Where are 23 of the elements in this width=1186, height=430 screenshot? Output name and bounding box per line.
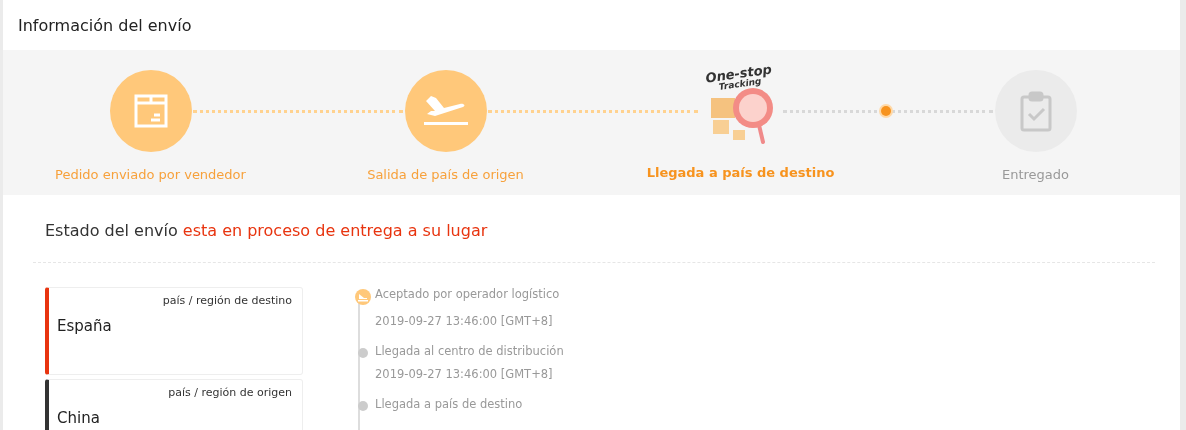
region-caption: país / región de origen (168, 386, 292, 399)
clipboard-check-icon (1018, 90, 1053, 132)
current-position-dot (881, 106, 891, 116)
event-time: 2019-09-27 13:46:00 [GMT+8] (375, 367, 554, 381)
airplane-takeoff-icon (422, 94, 469, 128)
event-title: Aceptado por operador logístico (375, 287, 561, 303)
timeline-dot-icon (358, 348, 368, 358)
status-value: esta en proceso de entrega a su lugar (182, 221, 488, 240)
timeline-dot-icon (358, 401, 368, 411)
step-label: Llegada a país de destino (646, 165, 835, 180)
airplane-badge-icon (355, 289, 371, 305)
event-title: Llegada a país de destino (375, 397, 524, 411)
step-label: Pedido enviado por vendedor (55, 167, 246, 182)
box-icon (132, 93, 169, 129)
step-label: Salida de país de origen (367, 167, 524, 182)
section-title: Información del envío (17, 14, 193, 37)
region-caption: país / región de destino (162, 294, 292, 307)
country-name: España (57, 317, 113, 335)
country-name: China (57, 409, 101, 427)
status-label: Estado del envío (45, 221, 178, 240)
event-time: 2019-09-27 13:46:00 [GMT+8] (375, 314, 554, 328)
event-title: Llegada al centro de distribución (375, 344, 564, 358)
step-label: Entregado (1002, 167, 1069, 182)
